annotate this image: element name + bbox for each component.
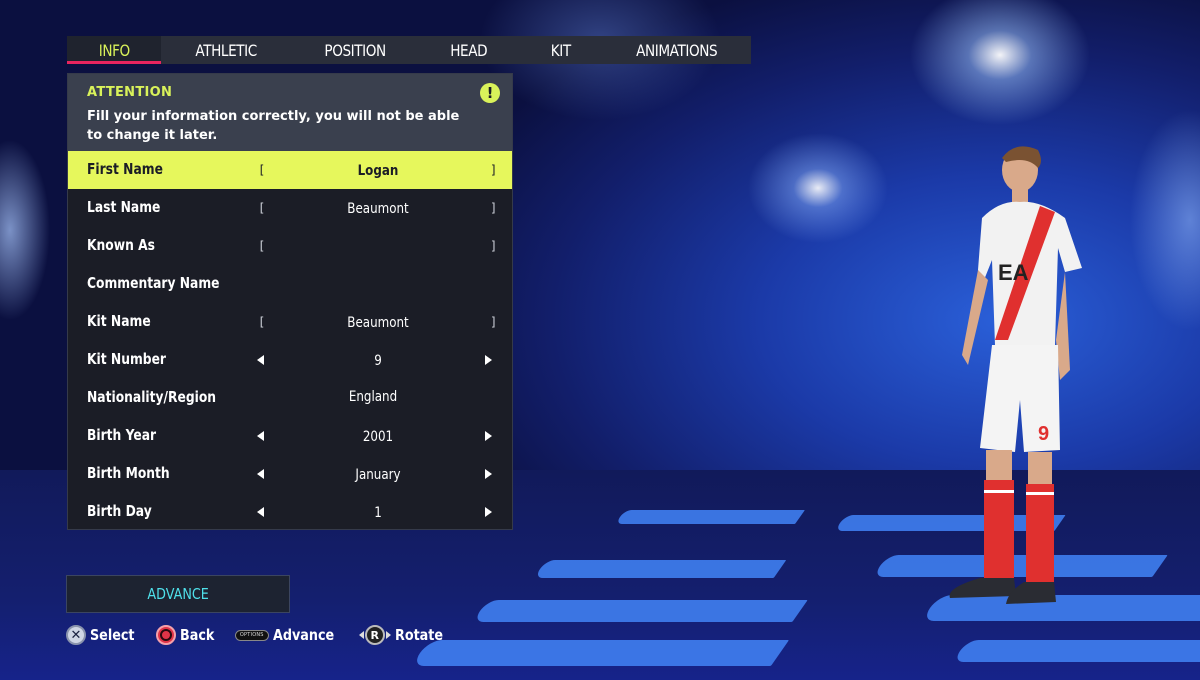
hint-back[interactable]: Back: [156, 625, 220, 645]
arrow-right-icon[interactable]: [485, 355, 492, 365]
bracket-left: [: [258, 163, 266, 177]
field-nationality[interactable]: Nationality/Region England: [68, 379, 512, 417]
kit-number-value: 9: [374, 353, 382, 369]
arrow-left-icon[interactable]: [257, 431, 264, 441]
right-stick-icon: R: [358, 625, 391, 645]
tab-athletic-label: ATHLETIC: [195, 40, 257, 60]
kit-name-input[interactable]: Beaumont: [276, 315, 480, 331]
hint-advance-label: Advance: [272, 626, 334, 644]
hint-rotate-label: Rotate: [394, 626, 443, 644]
field-commentary-name[interactable]: Commentary Name: [68, 265, 512, 303]
arrow-left-icon[interactable]: [257, 507, 264, 517]
attention-banner: ATTENTION Fill your information correctl…: [68, 74, 512, 151]
attention-title: ATTENTION: [87, 85, 173, 100]
hint-select-label: Select: [90, 626, 135, 644]
field-first-name[interactable]: First Name [ Logan ]: [68, 151, 512, 189]
birth-year-value: 2001: [362, 429, 394, 445]
player-socks: [984, 480, 1054, 584]
tab-head-label: HEAD: [450, 40, 488, 60]
arrow-right-icon[interactable]: [485, 507, 492, 517]
field-label: Birth Day: [87, 502, 152, 520]
hint-advance[interactable]: OPTIONS Advance: [234, 626, 345, 644]
field-label: Commentary Name: [87, 274, 220, 292]
advance-button[interactable]: ADVANCE: [66, 575, 290, 613]
tab-bar: INFO ATHLETIC POSITION HEAD KIT ANIMATIO…: [67, 36, 751, 64]
exclamation-icon: !: [480, 83, 500, 103]
bracket-right: ]: [490, 163, 498, 177]
info-panel: ATTENTION Fill your information correctl…: [67, 73, 513, 530]
shorts-number: 9: [1038, 423, 1049, 445]
field-known-as[interactable]: Known As [ ]: [68, 227, 512, 265]
tab-animations[interactable]: ANIMATIONS: [603, 36, 751, 64]
field-label: Birth Month: [87, 464, 170, 482]
field-label: Kit Number: [87, 350, 166, 368]
bracket-left: [: [258, 315, 266, 329]
tab-kit[interactable]: KIT: [519, 36, 603, 64]
field-label: First Name: [87, 160, 163, 178]
field-label: Birth Year: [87, 426, 157, 444]
field-label: Last Name: [87, 198, 161, 216]
field-birth-year[interactable]: Birth Year 2001: [68, 417, 512, 455]
advance-button-label: ADVANCE: [147, 585, 209, 603]
nationality-value: England: [348, 389, 398, 405]
arrow-right-icon[interactable]: [485, 469, 492, 479]
bracket-left: [: [258, 239, 266, 253]
player-head: [1002, 146, 1041, 192]
tab-animations-label: ANIMATIONS: [636, 40, 718, 60]
tab-head[interactable]: HEAD: [419, 36, 519, 64]
circle-button-icon: [156, 625, 177, 645]
tab-position-label: POSITION: [324, 40, 386, 60]
field-birth-month[interactable]: Birth Month January: [68, 455, 512, 493]
cross-button-icon: ✕: [66, 625, 86, 645]
player-model[interactable]: EA 9: [920, 140, 1100, 610]
field-last-name[interactable]: Last Name [ Beaumont ]: [68, 189, 512, 227]
field-label: Known As: [87, 236, 155, 254]
field-label: Nationality/Region: [87, 388, 217, 406]
field-kit-number[interactable]: Kit Number 9: [68, 341, 512, 379]
controller-hints: ✕ Select Back OPTIONS Advance R Rotate: [66, 623, 465, 647]
tab-info[interactable]: INFO: [67, 36, 161, 64]
fields-list: First Name [ Logan ] Last Name [ Beaumon…: [68, 151, 512, 531]
hint-back-label: Back: [180, 626, 215, 644]
tab-info-label: INFO: [98, 40, 130, 60]
tab-position[interactable]: POSITION: [291, 36, 419, 64]
tab-kit-label: KIT: [551, 40, 571, 60]
hint-rotate[interactable]: R Rotate: [358, 625, 452, 645]
svg-text:EA: EA: [998, 260, 1029, 285]
hint-select[interactable]: ✕ Select: [66, 625, 142, 645]
bracket-right: ]: [490, 201, 498, 215]
arrow-right-icon[interactable]: [485, 431, 492, 441]
birth-day-value: 1: [374, 505, 382, 521]
field-birth-day[interactable]: Birth Day 1: [68, 493, 512, 531]
last-name-input[interactable]: Beaumont: [276, 201, 480, 217]
tab-athletic[interactable]: ATHLETIC: [161, 36, 291, 64]
birth-month-value: January: [355, 467, 401, 483]
first-name-input[interactable]: Logan: [276, 163, 480, 179]
attention-message: Fill your information correctly, you wil…: [87, 109, 460, 143]
options-button-icon: OPTIONS: [234, 629, 269, 641]
bracket-right: ]: [490, 315, 498, 329]
arrow-left-icon[interactable]: [257, 355, 264, 365]
field-label: Kit Name: [87, 312, 151, 330]
arrow-left-icon[interactable]: [257, 469, 264, 479]
bracket-right: ]: [490, 239, 498, 253]
player-shorts: 9: [980, 345, 1060, 452]
bracket-left: [: [258, 201, 266, 215]
field-kit-name[interactable]: Kit Name [ Beaumont ]: [68, 303, 512, 341]
